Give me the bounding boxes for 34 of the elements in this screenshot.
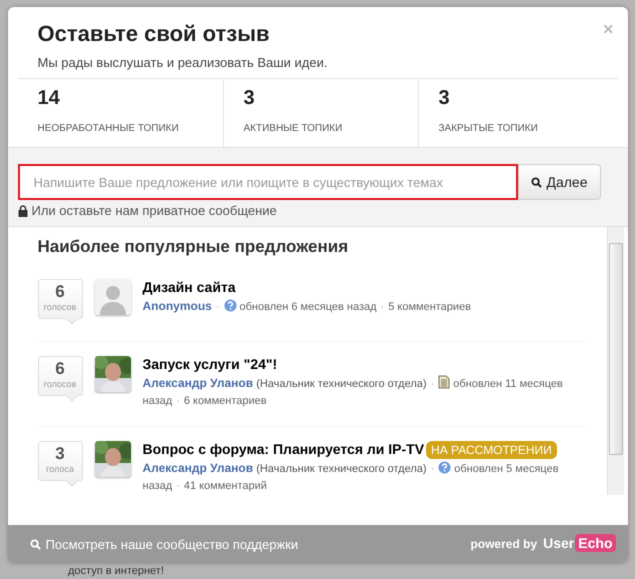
question-icon [438,460,452,474]
search-icon [30,538,40,550]
lock-icon [18,204,28,216]
author-link[interactable]: Александр Уланов [142,460,254,474]
topic-meta: Anonymous · обновлен 6 месяцев назад · 5 комментариев [142,298,472,314]
author-link[interactable]: Александр Уланов [142,376,254,390]
dialog-title: Оставьте свой отзыв [38,21,271,47]
stat-label: ЗАКРЫТЫЕ ТОПИКИ [438,123,539,134]
topic-meta: Александр Уланов (Начальник технического отдела) · обновлен 11 месяцев назад · 6 комментариев [142,374,564,408]
topic-title[interactable]: Вопрос с форума: Планируется ли IP-TV [142,440,424,456]
avatar-icon [94,278,130,314]
stat-count: 3 [438,87,451,110]
topic-title[interactable]: Запуск услуги "24"! [142,356,278,372]
topic-meta: Александр Уланов (Начальник технического отдела) · обновлен 5 месяцев назад · 41 комментарий [142,460,560,494]
stat-count: 3 [244,87,256,110]
question-icon [224,298,237,312]
stat-count: 14 [38,87,61,110]
background-text: доступ в интернет! [68,565,164,578]
stat-label: НЕОБРАБОТАННЫЕ ТОПИКИ [38,123,180,134]
search-icon [530,176,542,188]
author-link[interactable]: Anonymous [142,298,212,312]
document-icon [438,374,450,388]
powered-by-text: powered by [470,537,538,551]
list-heading: Наиболее популярные предложения [38,236,350,256]
dialog-subtitle: Мы рады выслушать и реализовать Ваши идеи. [38,55,328,70]
brand-logo-text: User [543,535,574,551]
scrollbar[interactable] [606,226,624,494]
stat-label: АКТИВНЫЕ ТОПИКИ [244,123,344,134]
topic-title[interactable]: Дизайн сайта [142,278,236,294]
private-message-link[interactable]: Или оставьте нам приватное сообщение [18,203,277,218]
status-label: НА РАССМОТРЕНИИ [426,440,557,458]
brand-logo-badge: Echo [575,534,616,552]
next-button[interactable]: Далее [518,164,601,200]
search-field[interactable]: Напишите Ваше предложение или поищите в существующих темах [18,164,518,200]
